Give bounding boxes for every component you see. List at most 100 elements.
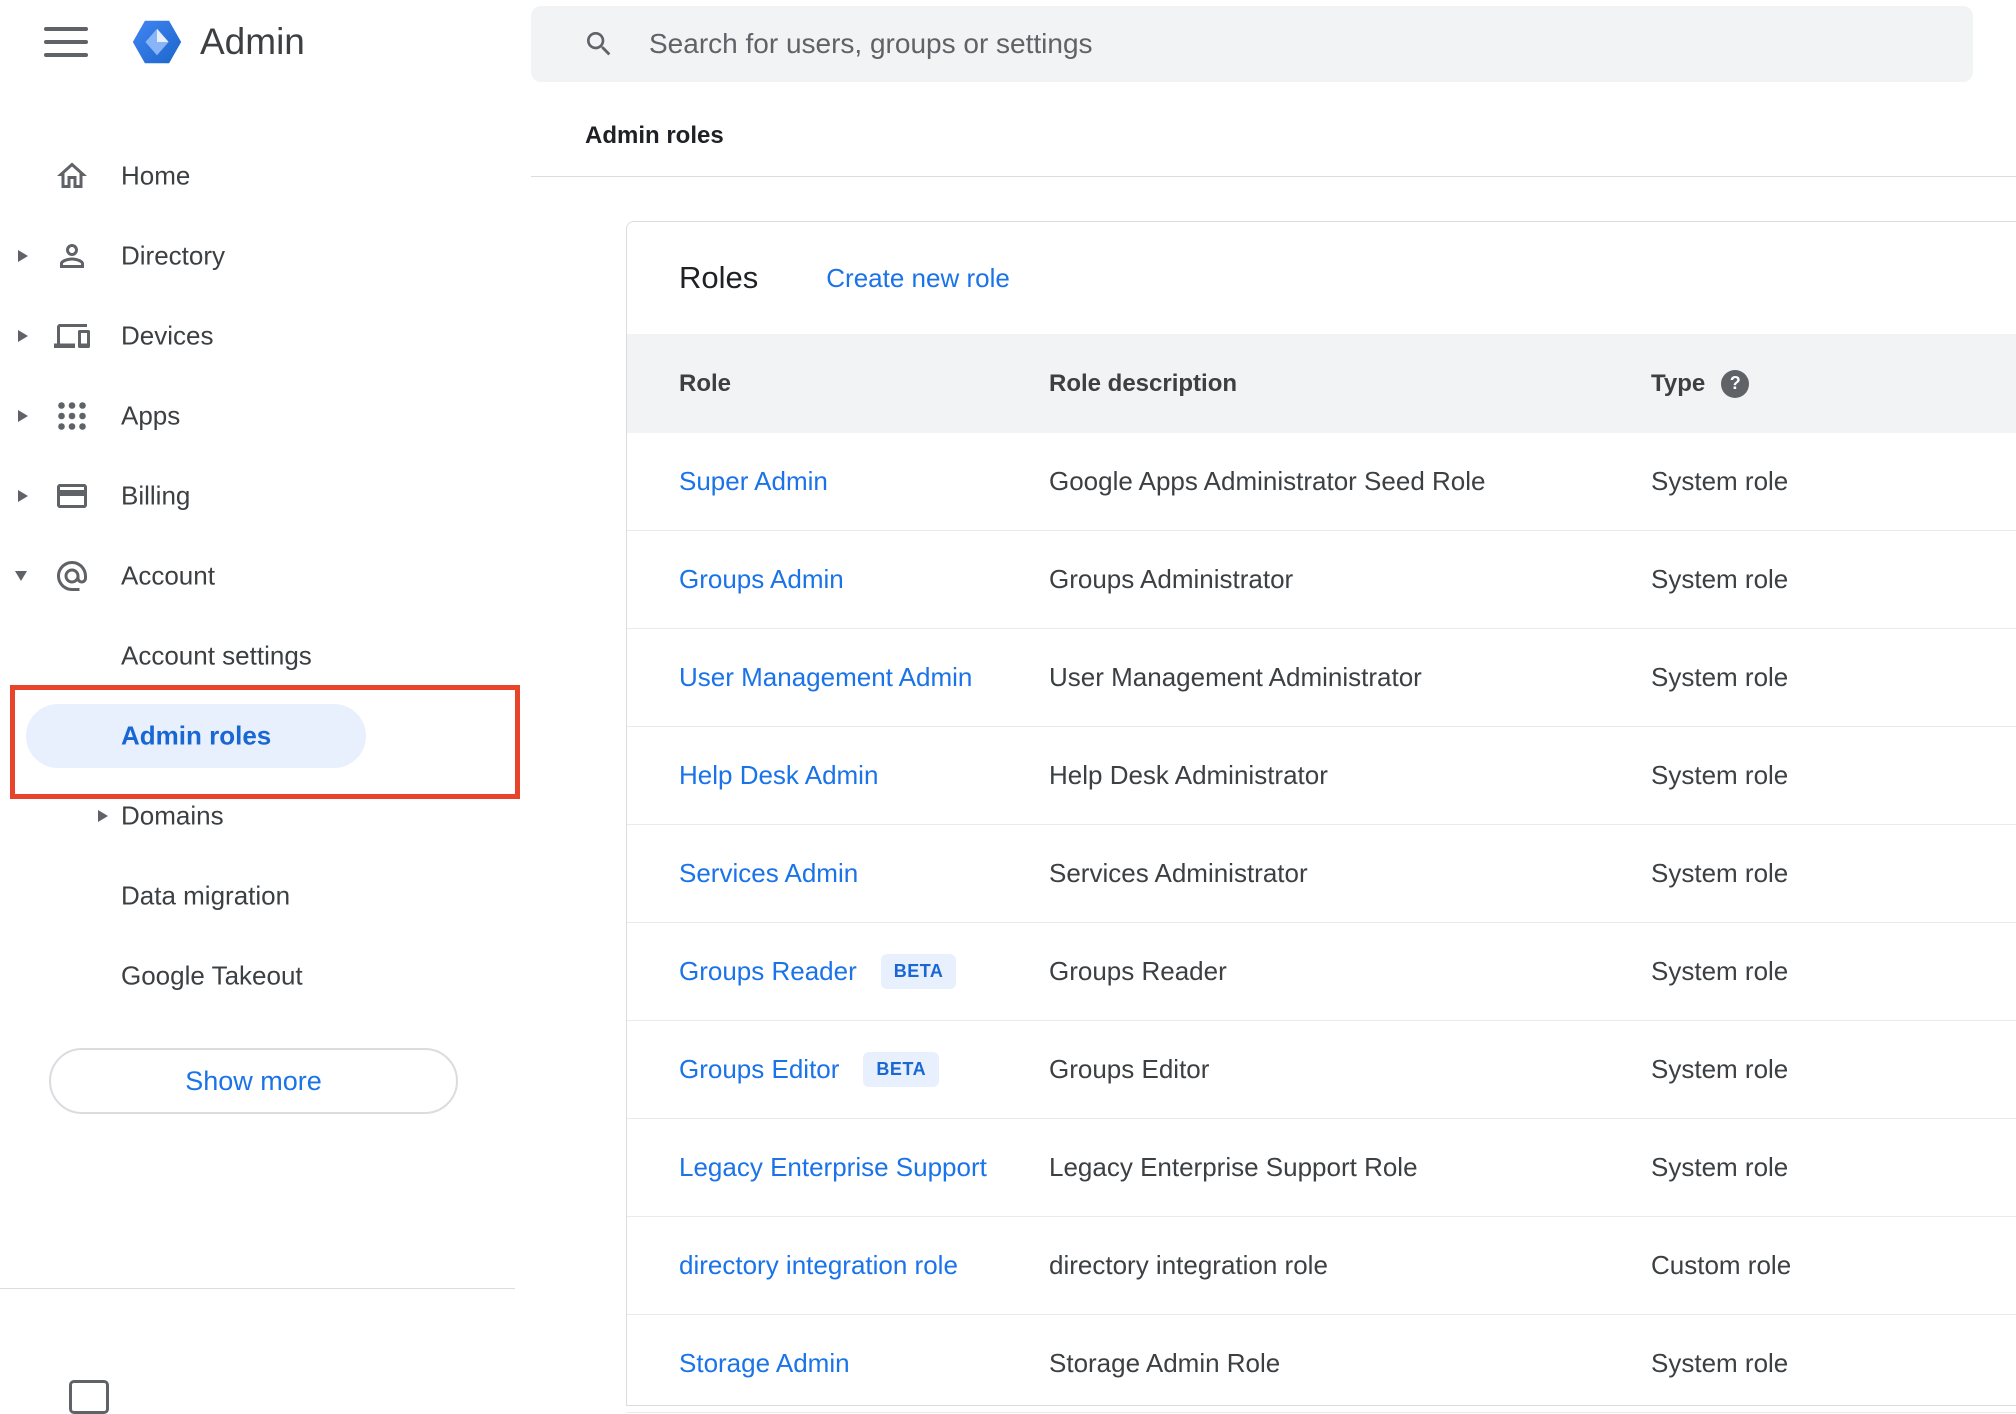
sidebar-item-billing[interactable]: Billing	[0, 456, 515, 536]
chevron-right-icon[interactable]	[98, 810, 108, 822]
app-title: Admin	[200, 21, 305, 62]
role-description: Legacy Enterprise Support Role	[1049, 1152, 1418, 1182]
at-sign-icon	[54, 558, 90, 594]
chevron-right-icon[interactable]	[18, 490, 28, 502]
sidebar-item-home[interactable]: Home	[0, 136, 515, 216]
sidebar-item-label: Billing	[121, 480, 191, 511]
role-link[interactable]: directory integration role	[679, 1250, 958, 1281]
table-row: Super Admin Google Apps Administrator Se…	[627, 433, 2016, 531]
sidebar-nav: Home Directory Devices Apps Billing Acco…	[0, 136, 515, 1016]
sidebar-item-google-takeout[interactable]: Google Takeout	[0, 936, 515, 1016]
table-row: directory integration role directory int…	[627, 1217, 2016, 1315]
credit-card-icon	[54, 478, 90, 514]
breadcrumb: Admin roles	[585, 122, 724, 149]
role-type: System role	[1651, 760, 1789, 790]
role-type: System role	[1651, 466, 1789, 496]
role-link[interactable]: Groups Editor	[679, 1054, 839, 1085]
role-description: directory integration role	[1049, 1250, 1328, 1280]
chevron-down-icon[interactable]	[15, 571, 27, 581]
sidebar-item-account[interactable]: Account	[0, 536, 515, 616]
sidebar-item-label: Account	[121, 560, 215, 591]
role-type: System role	[1651, 956, 1789, 986]
table-header-row: Role Role description Type ?	[627, 334, 2016, 433]
sidebar-divider	[0, 1288, 515, 1289]
chevron-right-icon[interactable]	[18, 330, 28, 342]
beta-badge: BETA	[863, 1052, 940, 1087]
role-description: Storage Admin Role	[1049, 1348, 1281, 1378]
role-description: Groups Reader	[1049, 956, 1227, 986]
sidebar-item-devices[interactable]: Devices	[0, 296, 515, 376]
role-type: Custom role	[1651, 1250, 1792, 1280]
sidebar-item-label: Directory	[121, 240, 226, 271]
role-link[interactable]: Legacy Enterprise Support	[679, 1152, 987, 1183]
create-new-role-link[interactable]: Create new role	[826, 263, 1010, 294]
sidebar-item-data-migration[interactable]: Data migration	[0, 856, 515, 936]
role-type: System role	[1651, 1152, 1789, 1182]
sidebar-item-label: Domains	[121, 800, 224, 831]
table-row: Storage Admin Storage Admin Role System …	[627, 1315, 2016, 1413]
admin-hexagon-icon	[132, 20, 182, 64]
table-row: Services Admin Services Administrator Sy…	[627, 825, 2016, 923]
home-icon	[54, 158, 90, 194]
sidebar-item-label: Account settings	[121, 640, 312, 671]
table-row: Legacy Enterprise Support Legacy Enterpr…	[627, 1119, 2016, 1217]
role-type: System role	[1651, 662, 1789, 692]
sidebar: Admin Home Directory Devices Apps Billin…	[0, 0, 515, 1414]
role-description: Groups Administrator	[1049, 564, 1294, 594]
show-more-button[interactable]: Show more	[49, 1048, 458, 1114]
role-description: Help Desk Administrator	[1049, 760, 1328, 790]
sidebar-item-domains[interactable]: Domains	[0, 776, 515, 856]
table-row: Groups Admin Groups Administrator System…	[627, 531, 2016, 629]
sidebar-item-admin-roles[interactable]: Admin roles	[0, 696, 515, 776]
role-type: System role	[1651, 1054, 1789, 1084]
devices-icon	[54, 318, 90, 354]
beta-badge: BETA	[880, 954, 957, 989]
sidebar-item-apps[interactable]: Apps	[0, 376, 515, 456]
role-link[interactable]: Groups Reader	[679, 956, 857, 987]
card-header: Roles Create new role	[627, 222, 2016, 334]
type-header-label: Type	[1651, 369, 1706, 397]
table-row: Groups Reader BETA Groups Reader System …	[627, 923, 2016, 1021]
sidebar-item-label: Apps	[121, 400, 181, 431]
role-link[interactable]: Storage Admin	[679, 1348, 850, 1379]
column-header-role: Role	[679, 369, 732, 397]
sidebar-item-account-settings[interactable]: Account settings	[0, 616, 515, 696]
table-row: Help Desk Admin Help Desk Administrator …	[627, 727, 2016, 825]
role-type: System role	[1651, 564, 1789, 594]
page-title: Roles	[679, 260, 759, 295]
role-description: Services Administrator	[1049, 858, 1308, 888]
google-admin-console: Admin Home Directory Devices Apps Billin…	[0, 0, 2016, 1414]
help-icon[interactable]: ?	[1721, 369, 1750, 398]
sidebar-item-label: Devices	[121, 320, 214, 351]
sidebar-item-directory[interactable]: Directory	[0, 216, 515, 296]
sidebar-header: Admin	[0, 0, 305, 84]
role-link[interactable]: Super Admin	[679, 466, 828, 497]
role-link[interactable]: Groups Admin	[679, 564, 844, 595]
partial-bottom-icon[interactable]	[69, 1380, 109, 1414]
column-header-description: Role description	[1049, 369, 1238, 397]
admin-logo: Admin	[128, 13, 305, 71]
role-description: Google Apps Administrator Seed Role	[1049, 466, 1486, 496]
chevron-right-icon[interactable]	[18, 250, 28, 262]
column-header-type: Type ?	[1651, 369, 2016, 398]
search-input[interactable]	[647, 27, 1973, 61]
sidebar-item-label: Admin roles	[121, 720, 272, 751]
table-row: User Management Admin User Management Ad…	[627, 629, 2016, 727]
search-bar	[531, 6, 1973, 82]
role-link[interactable]: Help Desk Admin	[679, 760, 878, 791]
role-type: System role	[1651, 1348, 1789, 1378]
hamburger-menu-icon[interactable]	[44, 27, 88, 57]
chevron-right-icon[interactable]	[18, 410, 28, 422]
sidebar-item-label: Google Takeout	[121, 960, 303, 991]
role-description: Groups Editor	[1049, 1054, 1210, 1084]
role-type: System role	[1651, 858, 1789, 888]
search-icon	[587, 32, 611, 56]
role-link[interactable]: User Management Admin	[679, 662, 972, 693]
apps-grid-icon	[54, 398, 90, 434]
main-content: Admin roles Roles Create new role Role R…	[515, 0, 2016, 1413]
table-row: Groups Editor BETA Groups Editor System …	[627, 1021, 2016, 1119]
sidebar-item-label: Data migration	[121, 880, 291, 911]
role-link[interactable]: Services Admin	[679, 858, 858, 889]
person-icon	[54, 238, 90, 274]
role-description: User Management Administrator	[1049, 662, 1422, 692]
